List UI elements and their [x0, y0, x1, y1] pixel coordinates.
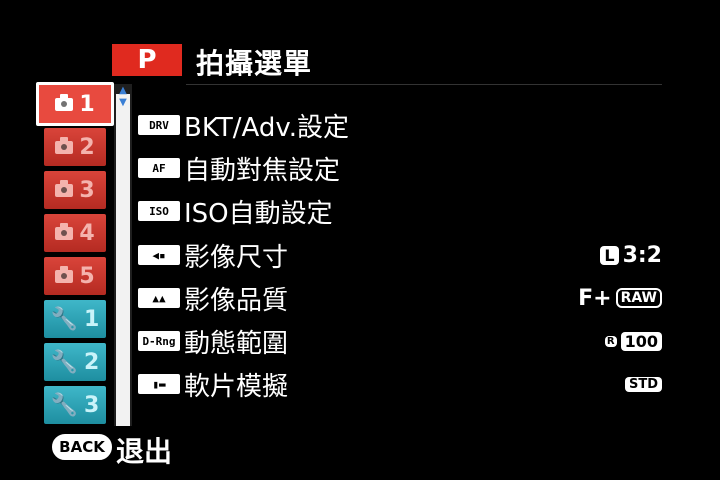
raw-icon: RAW [615, 288, 662, 308]
tab-setup-3[interactable]: 🔧 3 [44, 386, 106, 424]
menu-item-label: 影像品質 [184, 285, 289, 316]
camera-icon [55, 179, 74, 197]
tab-setup-2[interactable]: 🔧 2 [44, 343, 106, 381]
menu-item-label: ISO自動設定 [184, 198, 333, 229]
tab-label: 1 [84, 306, 100, 332]
menu-item-image-quality[interactable]: ▲▲ 影像品質 F+ RAW [138, 279, 668, 317]
image-quality-icon: ▲▲ [138, 288, 180, 308]
menu-item-label: 軟片模擬 [184, 371, 289, 402]
wrench-icon: 🔧 [50, 306, 79, 332]
menu-item-image-size[interactable]: ◀▪ 影像尺寸 L 3:2 [138, 236, 668, 274]
drive-icon: DRV [138, 115, 180, 135]
wrench-icon: 🔧 [50, 349, 79, 375]
scroll-down-arrow-icon[interactable]: ▼ [117, 98, 129, 108]
menu-item-dynamic-range[interactable]: D-Rng 動態範圍 R 100 [138, 322, 668, 360]
tab-label: 4 [79, 220, 95, 246]
menu-title: 拍攝選單 [196, 47, 313, 80]
tab-shooting-2[interactable]: 2 [44, 128, 106, 166]
tab-label: 5 [79, 263, 95, 289]
mode-badge: P [112, 44, 182, 76]
menu-item-label: 自動對焦設定 [184, 155, 341, 186]
menu-item-af-settings[interactable]: AF 自動對焦設定 [138, 149, 668, 187]
menu-item-label: BKT/Adv.設定 [184, 112, 349, 143]
af-icon: AF [138, 158, 180, 178]
title-divider [186, 84, 662, 85]
dynamic-range-value: R 100 [604, 331, 662, 351]
std-icon: STD [624, 376, 662, 392]
scroll-up-arrow-icon[interactable]: ▲ [117, 86, 129, 96]
image-quality-value: F+ RAW [578, 286, 662, 311]
camera-icon [55, 136, 74, 154]
film-simulation-icon: ▮▬ [138, 374, 180, 394]
dr-100-value: 100 [620, 331, 662, 351]
camera-icon [55, 222, 74, 240]
menu-item-film-simulation[interactable]: ▮▬ 軟片模擬 STD [138, 365, 668, 403]
size-large-icon: L [600, 245, 619, 265]
camera-icon [55, 265, 74, 283]
menu-item-iso-auto[interactable]: ISO ISO自動設定 [138, 192, 668, 230]
wrench-icon: 🔧 [50, 392, 79, 418]
image-size-icon: ◀▪ [138, 245, 180, 265]
menu-item-label: 影像尺寸 [184, 242, 289, 273]
back-label: 退出 [116, 435, 173, 468]
tab-label: 2 [84, 349, 100, 375]
quality-fine-plus: F+ [578, 285, 612, 311]
tab-shooting-5[interactable]: 5 [44, 257, 106, 295]
iso-icon: ISO [138, 201, 180, 221]
menu-item-label: 動態範圍 [184, 328, 289, 359]
tab-label: 3 [84, 392, 100, 418]
film-simulation-value: STD [624, 376, 662, 392]
tab-shooting-4[interactable]: 4 [44, 214, 106, 252]
back-button[interactable]: BACK [52, 434, 112, 460]
tab-label: 2 [79, 134, 95, 160]
scrollbar-thumb[interactable] [116, 94, 130, 426]
menu-item-bkt-adv[interactable]: DRV BKT/Adv.設定 [138, 106, 668, 144]
camera-icon [55, 93, 74, 111]
tab-label: 3 [79, 177, 95, 203]
aspect-ratio-value: 3:2 [622, 242, 662, 268]
dynamic-range-icon: D-Rng [138, 331, 180, 351]
image-size-value: L 3:2 [600, 243, 662, 268]
tab-setup-1[interactable]: 🔧 1 [44, 300, 106, 338]
tab-shooting-1[interactable]: 1 [36, 82, 114, 126]
dr-icon: R [604, 335, 617, 347]
tab-shooting-3[interactable]: 3 [44, 171, 106, 209]
tab-label: 1 [79, 91, 95, 117]
